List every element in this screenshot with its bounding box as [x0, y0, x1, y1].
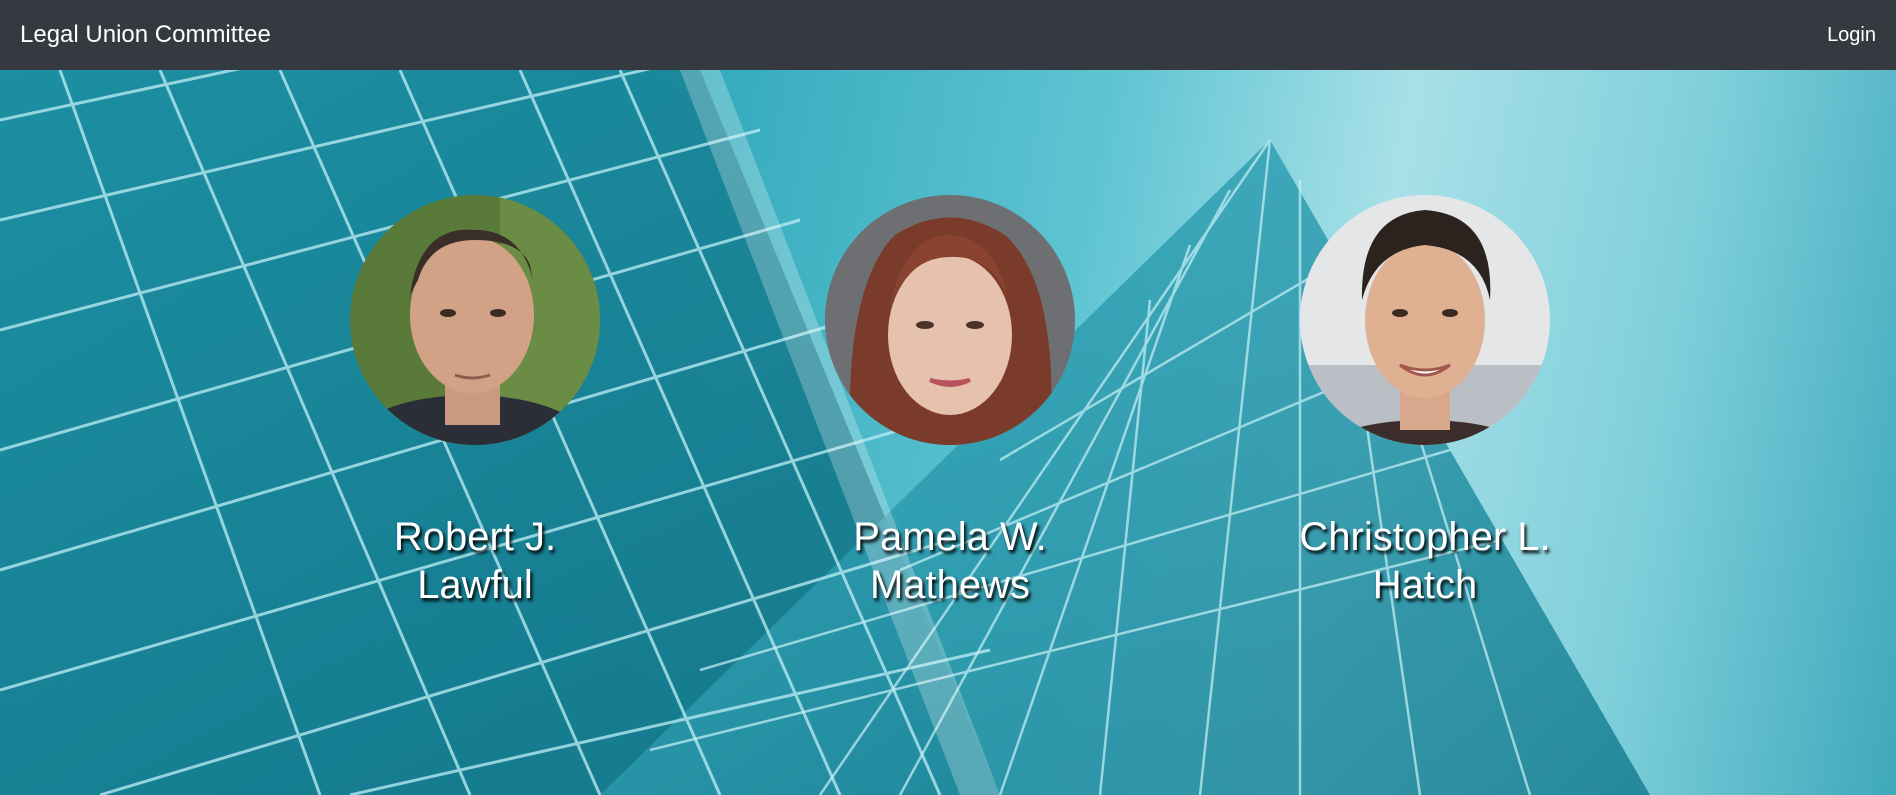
- member-name-christopher: Christopher L. Hatch: [1299, 515, 1551, 607]
- woman-red-hair-portrait-photo: [825, 195, 1075, 445]
- young-man-smiling-portrait-photo: [1300, 195, 1550, 445]
- hero-section: Robert J. Lawful Pamela W. Mathews Chris…: [0, 70, 1896, 795]
- avatar-pamela: [825, 195, 1075, 445]
- man-balding-portrait-photo: [350, 195, 600, 445]
- brand-link[interactable]: Legal Union Committee: [20, 21, 271, 49]
- login-link[interactable]: Login: [1827, 24, 1876, 47]
- member-card-robert: Robert J. Lawful: [295, 195, 655, 609]
- member-card-christopher: Christopher L. Hatch: [1245, 195, 1605, 609]
- member-card-pamela: Pamela W. Mathews: [770, 195, 1130, 609]
- member-name-robert: Robert J. Lawful: [393, 515, 557, 607]
- avatar-robert: [350, 195, 600, 445]
- top-navbar: Legal Union Committee Login: [0, 0, 1896, 70]
- member-name-pamela: Pamela W. Mathews: [853, 515, 1047, 607]
- avatar-christopher: [1300, 195, 1550, 445]
